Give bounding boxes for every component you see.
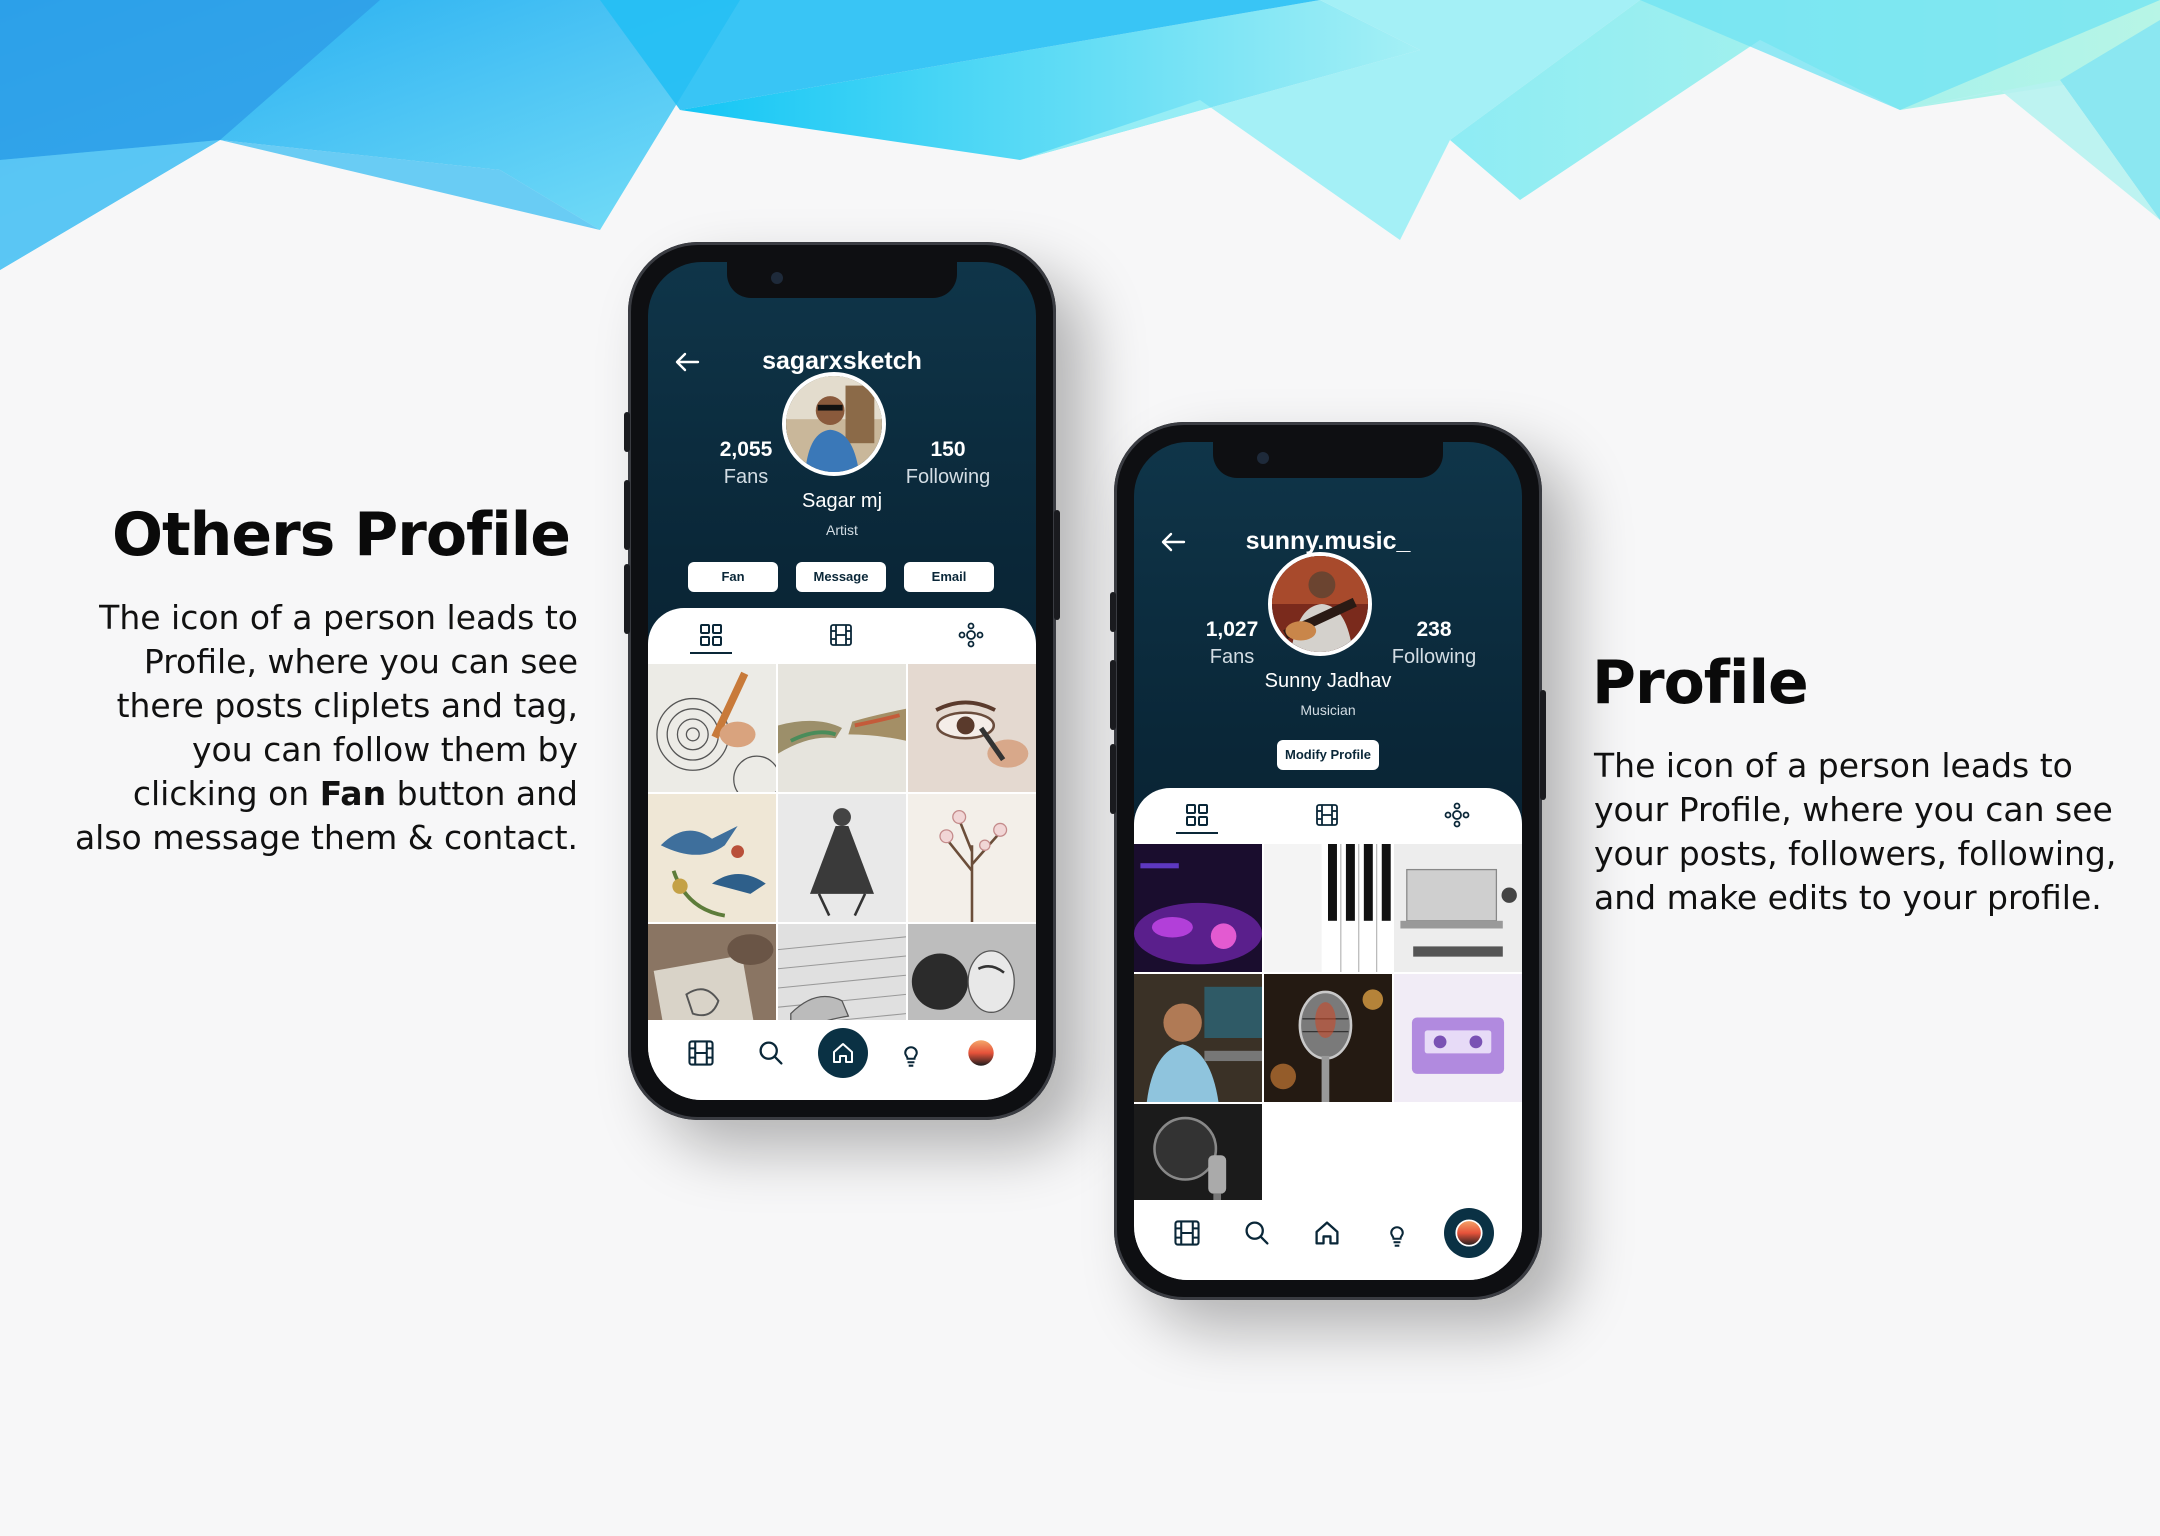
profile-tabs [1134, 788, 1522, 844]
desc-line: The icon of a person leads to [99, 598, 578, 637]
search-icon[interactable] [756, 1038, 786, 1068]
profile-title: Profile [1592, 648, 1809, 718]
bulb-icon[interactable] [1382, 1218, 1412, 1248]
post-thumbnail[interactable] [1394, 974, 1522, 1102]
desc-line: also message them & contact. [74, 818, 578, 857]
following-stat[interactable]: 238 Following [1374, 618, 1494, 669]
following-stat[interactable]: 150 Following [888, 438, 1008, 489]
home-icon[interactable] [1312, 1218, 1342, 1248]
bottom-nav [1134, 1200, 1522, 1280]
profile-avatar [782, 372, 886, 476]
following-label: Following [905, 466, 991, 488]
background-polygons [0, 0, 2160, 270]
grid-icon[interactable] [698, 622, 724, 648]
active-tab-indicator [690, 652, 732, 654]
search-icon[interactable] [1242, 1218, 1272, 1248]
side-button [624, 564, 630, 634]
desc-line: your posts, followers, following, [1594, 834, 2117, 873]
home-icon [833, 1043, 853, 1063]
home-button-active[interactable] [818, 1028, 868, 1078]
desc-line-part: clicking on [132, 774, 320, 813]
post-thumbnail[interactable] [648, 794, 776, 922]
notch [1213, 442, 1443, 478]
side-button [1110, 660, 1116, 730]
film-icon[interactable] [1172, 1218, 1202, 1248]
avatar-icon[interactable] [966, 1038, 996, 1068]
grid-icon[interactable] [1184, 802, 1210, 828]
desc-line: your Profile, where you can see [1594, 790, 2113, 829]
phone-others-profile: sagarxsketch 2,055 Fans 150 Following Sa… [624, 242, 1060, 1120]
tag-icon[interactable] [958, 622, 984, 648]
side-button [624, 412, 630, 452]
fan-button[interactable]: Fan [688, 562, 778, 592]
side-button [1540, 690, 1546, 800]
fans-label: Fans [1209, 646, 1255, 668]
film-icon[interactable] [828, 622, 854, 648]
post-thumbnail[interactable] [1264, 974, 1392, 1102]
profile-button-active[interactable] [1444, 1208, 1494, 1258]
email-button[interactable]: Email [904, 562, 994, 592]
post-thumbnail[interactable] [1394, 844, 1522, 972]
post-thumbnail[interactable] [908, 794, 1036, 922]
post-thumbnail[interactable] [1134, 844, 1262, 972]
active-tab-indicator [1176, 832, 1218, 834]
profile-role: Musician [1300, 702, 1356, 718]
bottom-nav [648, 1020, 1036, 1100]
notch [727, 262, 957, 298]
profile-tabs [648, 608, 1036, 664]
content-panel [648, 608, 1036, 1100]
desc-line: there posts cliplets and tag, [116, 686, 578, 725]
avatar-photo [1272, 556, 1368, 652]
others-profile-title: Others Profile [111, 500, 571, 570]
side-button [1110, 744, 1116, 814]
fans-label: Fans [723, 466, 769, 488]
desc-line-part: button and [386, 774, 578, 813]
fan-keyword: Fan [319, 774, 387, 813]
post-thumbnail[interactable] [1134, 974, 1262, 1102]
others-profile-description: The icon of a person leads to Profile, w… [18, 596, 578, 860]
phone-screen: sunny.music_ 1,027 Fans 238 Following Su… [1134, 442, 1522, 1280]
desc-line: and make edits to your profile. [1594, 878, 2102, 917]
phone-own-profile: sunny.music_ 1,027 Fans 238 Following Su… [1110, 422, 1546, 1300]
avatar-photo [786, 376, 882, 472]
post-thumbnail[interactable] [908, 664, 1036, 792]
avatar-icon [1455, 1219, 1483, 1247]
post-thumbnail[interactable] [778, 794, 906, 922]
desc-line: Profile, where you can see [143, 642, 578, 681]
message-button[interactable]: Message [796, 562, 886, 592]
bulb-icon[interactable] [896, 1038, 926, 1068]
desc-line: you can follow them by [192, 730, 578, 769]
profile-role: Artist [826, 522, 858, 538]
side-button [624, 480, 630, 550]
post-thumbnail[interactable] [778, 664, 906, 792]
phone-screen: sagarxsketch 2,055 Fans 150 Following Sa… [648, 262, 1036, 1100]
display-name: Sagar mj [801, 490, 883, 512]
post-thumbnail[interactable] [648, 664, 776, 792]
profile-avatar [1268, 552, 1372, 656]
following-label: Following [1391, 646, 1477, 668]
display-name: Sunny Jadhav [1264, 670, 1392, 692]
film-icon[interactable] [1314, 802, 1340, 828]
following-count: 238 [1416, 618, 1452, 641]
side-button [1110, 592, 1116, 632]
modify-profile-button[interactable]: Modify Profile [1277, 740, 1379, 770]
tag-icon[interactable] [1444, 802, 1470, 828]
profile-description: The icon of a person leads to your Profi… [1594, 744, 2134, 920]
following-count: 150 [930, 438, 966, 461]
desc-line: The icon of a person leads to [1594, 746, 2073, 785]
film-icon[interactable] [686, 1038, 716, 1068]
post-thumbnail[interactable] [1264, 844, 1392, 972]
side-button [1054, 510, 1060, 620]
content-panel [1134, 788, 1522, 1280]
camera [1257, 452, 1269, 464]
camera [771, 272, 783, 284]
